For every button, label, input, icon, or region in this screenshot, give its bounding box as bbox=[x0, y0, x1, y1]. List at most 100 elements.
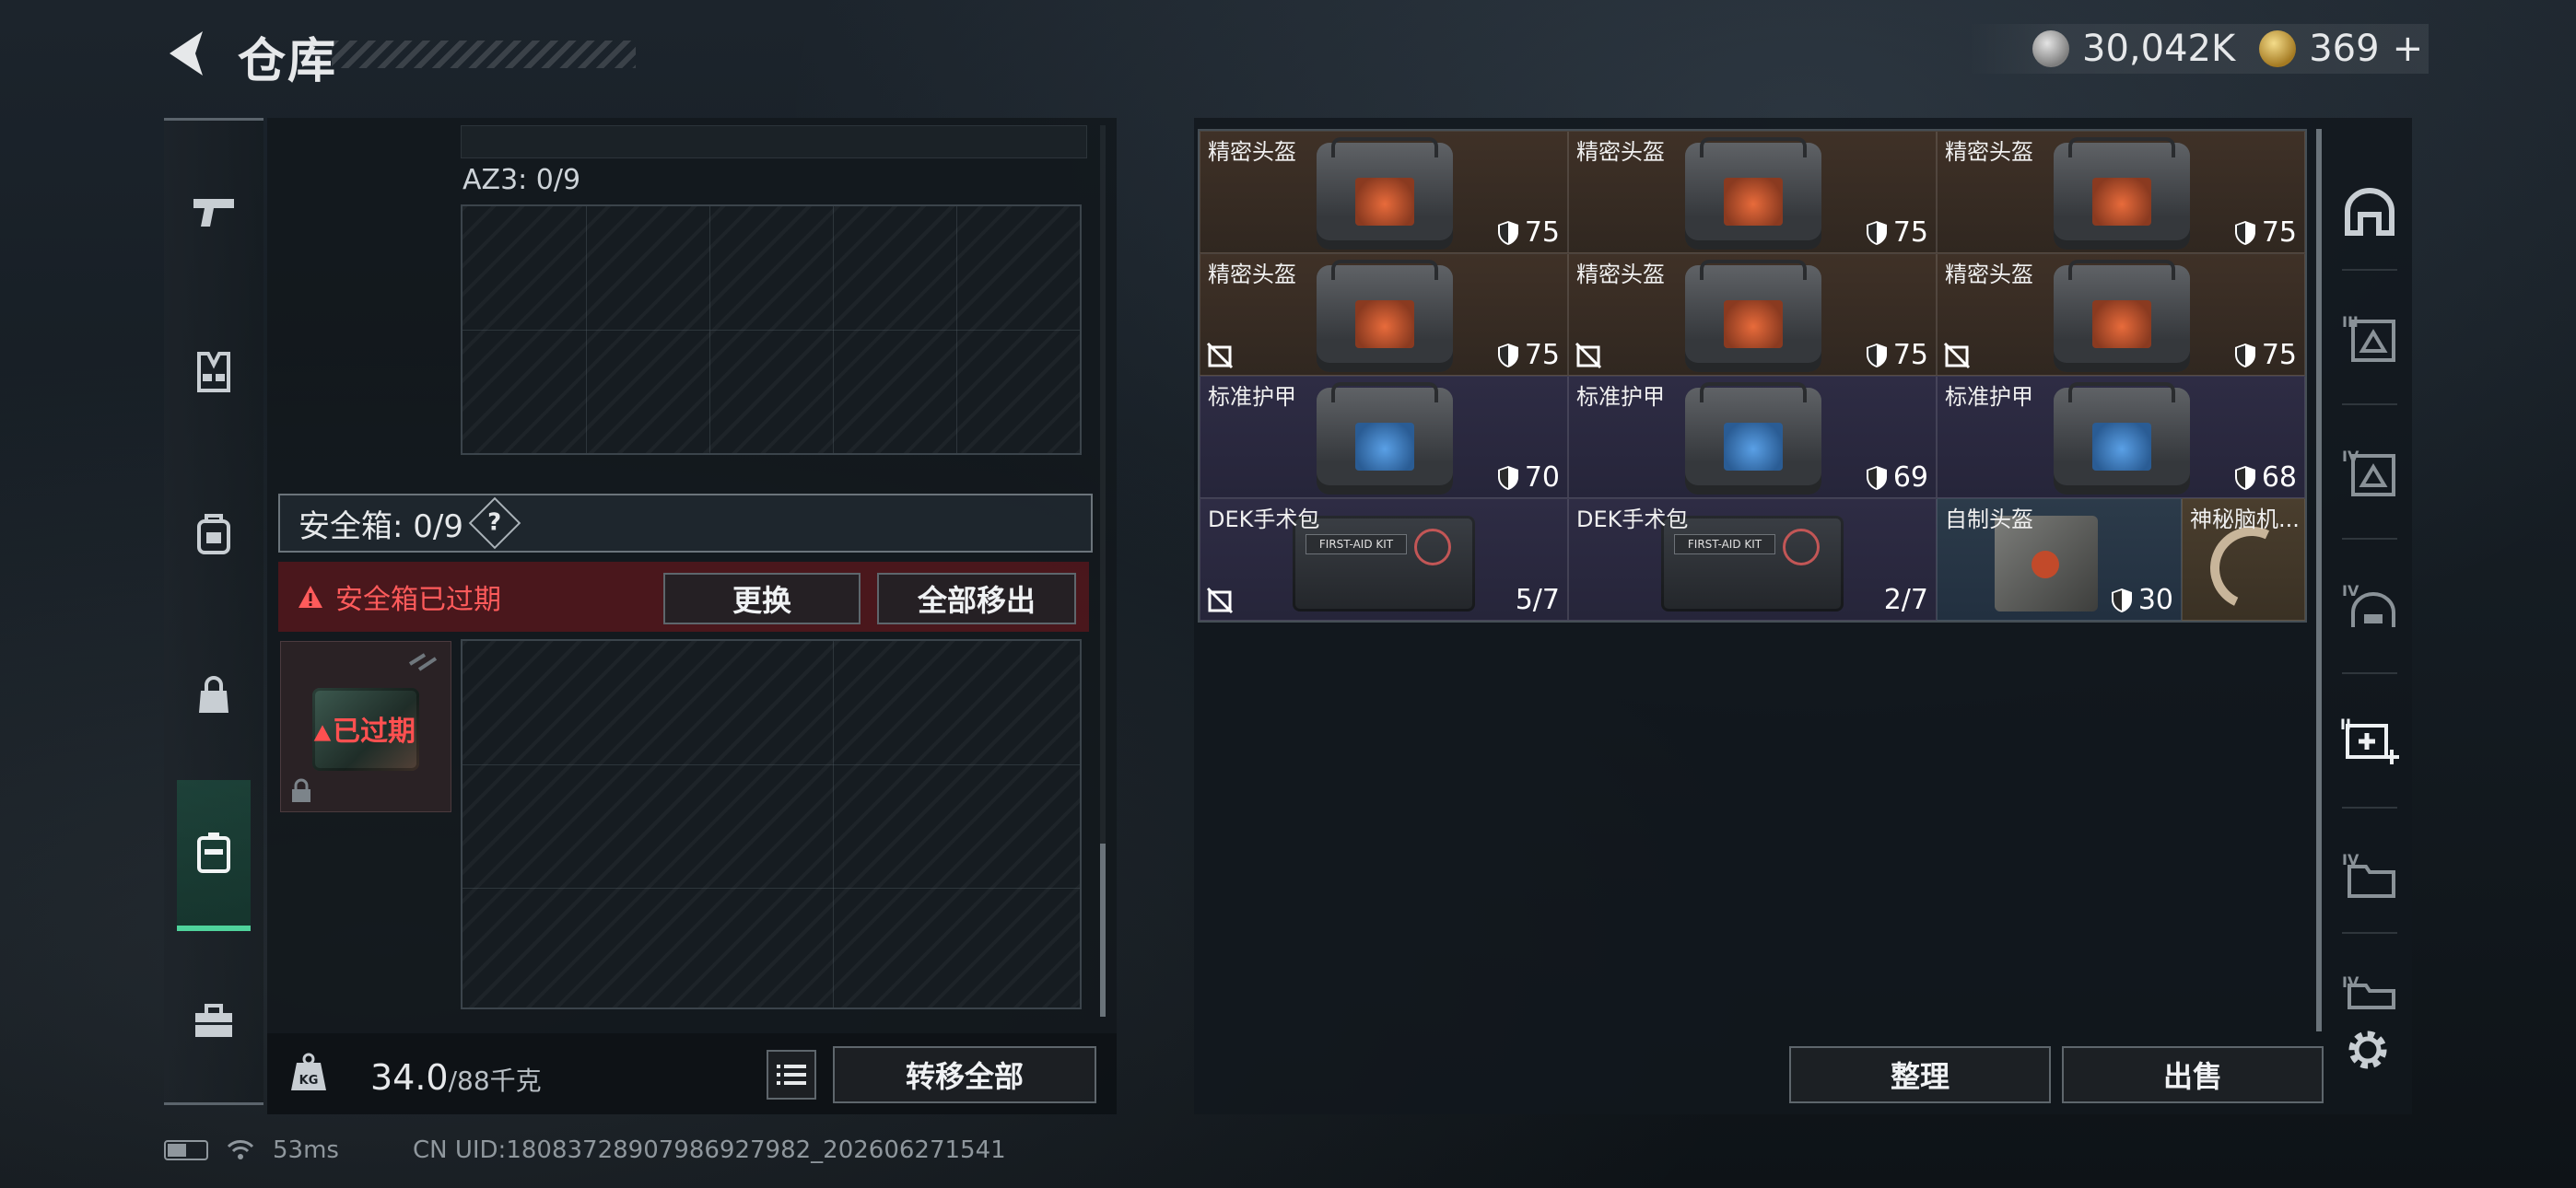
inventory-item[interactable]: 神秘脑机... bbox=[2182, 498, 2305, 621]
move-all-out-button[interactable]: 全部移出 bbox=[877, 573, 1076, 624]
expired-badge: 已过期 bbox=[312, 708, 416, 749]
currency-bar: 30,042K 369 + bbox=[1968, 24, 2429, 74]
filter-helmet[interactable] bbox=[2335, 157, 2405, 267]
durability-shield-icon bbox=[2234, 465, 2255, 490]
sort-button[interactable]: 整理 bbox=[1789, 1046, 2051, 1103]
nav-weapons[interactable] bbox=[177, 161, 251, 262]
warning-icon bbox=[299, 586, 322, 608]
item-value: 2/7 bbox=[1883, 584, 1928, 616]
list-view-button[interactable] bbox=[767, 1050, 816, 1100]
az3-container-grid[interactable] bbox=[461, 204, 1082, 455]
filter-helmet-iv[interactable]: IV bbox=[2335, 551, 2405, 661]
status-footer: 53ms CN UID:18083728907986927982_2026062… bbox=[164, 1136, 1006, 1164]
nav-toolbox[interactable] bbox=[177, 972, 251, 1073]
weight-readout: 34.0/88千克 bbox=[370, 1057, 542, 1098]
ping-readout: 53ms bbox=[273, 1136, 339, 1164]
bag-icon bbox=[199, 676, 228, 713]
item-name: DEK手术包 bbox=[1208, 507, 1320, 532]
weight-kg-icon: KG bbox=[291, 1053, 326, 1090]
silver-amount: 30,042K bbox=[2082, 28, 2236, 70]
folder-tier4-icon: IV bbox=[2342, 851, 2395, 898]
item-value: 75 bbox=[1866, 216, 1928, 249]
nav-safebox[interactable] bbox=[177, 780, 251, 931]
item-image bbox=[1685, 260, 1821, 372]
filter-container-iv[interactable]: IV bbox=[2335, 820, 2405, 930]
item-name: 精密头盔 bbox=[1945, 262, 2033, 287]
inventory-item[interactable]: 精密头盔 75 bbox=[1937, 131, 2305, 253]
inventory-item[interactable]: 精密头盔 75 bbox=[1200, 131, 1568, 253]
right-filter-nav: III IV IV II IV IV bbox=[2335, 129, 2405, 1050]
replace-button[interactable]: 更换 bbox=[663, 573, 861, 624]
nav-vest[interactable] bbox=[177, 321, 251, 423]
durability-shield-icon bbox=[1866, 465, 1887, 490]
safebox-item-slot[interactable]: 已过期 bbox=[280, 641, 451, 812]
nav-backpack[interactable] bbox=[177, 483, 251, 585]
vest-icon bbox=[197, 352, 230, 392]
uid-readout: CN UID:18083728907986927982_202606271541 bbox=[412, 1136, 1006, 1164]
help-icon[interactable]: ? bbox=[468, 496, 521, 550]
inventory-item[interactable]: 精密头盔 75 bbox=[1200, 253, 1568, 376]
settings-gear-icon[interactable] bbox=[2342, 1024, 2394, 1076]
az3-capacity-label: AZ3: 0/9 bbox=[463, 164, 581, 196]
list-icon bbox=[777, 1065, 806, 1085]
item-name: 精密头盔 bbox=[1208, 262, 1296, 287]
item-name: 精密头盔 bbox=[1576, 139, 1665, 165]
item-name: DEK手术包 bbox=[1576, 507, 1689, 532]
inventory-grid: 精密头盔 75 精密头盔 75 精密头盔 75 精密头盔 75 精密头盔 75 精密头盔 75 标准护甲… bbox=[1198, 129, 2307, 623]
item-value: 75 bbox=[2234, 216, 2297, 249]
helmet-icon bbox=[2345, 188, 2395, 236]
svg-text:KG: KG bbox=[299, 1074, 319, 1088]
item-name: 精密头盔 bbox=[1576, 262, 1665, 287]
item-image bbox=[2054, 137, 2190, 250]
medkit-icon: II bbox=[2340, 716, 2399, 764]
inventory-item[interactable]: 精密头盔 75 bbox=[1568, 131, 1937, 253]
helmet-tier4-icon: IV bbox=[2342, 582, 2395, 627]
inventory-item[interactable]: 精密头盔 75 bbox=[1568, 253, 1937, 376]
inventory-item[interactable]: 自制头盔 30 bbox=[1937, 498, 2182, 621]
inventory-item[interactable]: FIRST-AID KIT DEK手术包 5/7 bbox=[1200, 498, 1568, 621]
nav-bag[interactable] bbox=[177, 646, 251, 747]
item-name: 神秘脑机... bbox=[2190, 507, 2300, 532]
safebox-container-grid[interactable] bbox=[461, 639, 1082, 1009]
silver-coin-icon bbox=[2032, 30, 2069, 67]
no-insure-icon bbox=[1943, 342, 1971, 369]
left-category-nav bbox=[164, 118, 263, 1105]
item-image: FIRST-AID KIT bbox=[1293, 516, 1475, 611]
armor-tier4-icon: IV bbox=[2342, 448, 2395, 496]
left-scrollbar-thumb[interactable] bbox=[1100, 844, 1106, 1017]
inventory-item[interactable]: 标准护甲 69 bbox=[1568, 376, 1937, 498]
expired-message: 安全箱已过期 bbox=[335, 584, 501, 616]
item-value: 75 bbox=[1497, 216, 1560, 249]
swap-icon[interactable] bbox=[406, 651, 439, 673]
item-image bbox=[1317, 137, 1453, 250]
transfer-all-button[interactable]: 转移全部 bbox=[833, 1046, 1096, 1103]
durability-shield-icon bbox=[2111, 588, 2132, 612]
safebox-capacity-label: 安全箱: 0/9 bbox=[299, 507, 463, 545]
filter-armor-iv[interactable]: IV bbox=[2335, 416, 2405, 527]
weight-max: /88千克 bbox=[448, 1066, 542, 1096]
inventory-item[interactable]: 标准护甲 70 bbox=[1200, 376, 1568, 498]
weight-current: 34.0 bbox=[370, 1057, 449, 1098]
back-arrow-icon[interactable] bbox=[162, 26, 217, 81]
title-decoration bbox=[332, 41, 636, 68]
svg-text:IV: IV bbox=[2342, 582, 2359, 600]
armor-tier3-icon: III bbox=[2342, 313, 2395, 362]
item-image: FIRST-AID KIT bbox=[1661, 516, 1844, 611]
sell-button[interactable]: 出售 bbox=[2062, 1046, 2324, 1103]
toolbox-icon bbox=[195, 1004, 232, 1037]
item-image bbox=[1685, 382, 1821, 495]
inventory-item[interactable]: 标准护甲 68 bbox=[1937, 376, 2305, 498]
backpack-icon bbox=[197, 514, 230, 554]
filter-armor-iii[interactable]: III bbox=[2335, 282, 2405, 392]
gold-coin-icon bbox=[2259, 30, 2297, 67]
item-value: 5/7 bbox=[1515, 584, 1560, 616]
gold-add-button[interactable]: + bbox=[2393, 28, 2424, 70]
item-image bbox=[1317, 382, 1453, 495]
filter-medkit[interactable]: II bbox=[2335, 685, 2405, 796]
folder-tier4b-icon: IV bbox=[2342, 973, 2395, 1009]
item-value: 75 bbox=[1497, 339, 1560, 371]
inventory-item[interactable]: FIRST-AID KIT DEK手术包 2/7 bbox=[1568, 498, 1937, 621]
right-scrollbar[interactable] bbox=[2316, 129, 2322, 1031]
inventory-item[interactable]: 精密头盔 75 bbox=[1937, 253, 2305, 376]
item-value: 70 bbox=[1497, 461, 1560, 494]
